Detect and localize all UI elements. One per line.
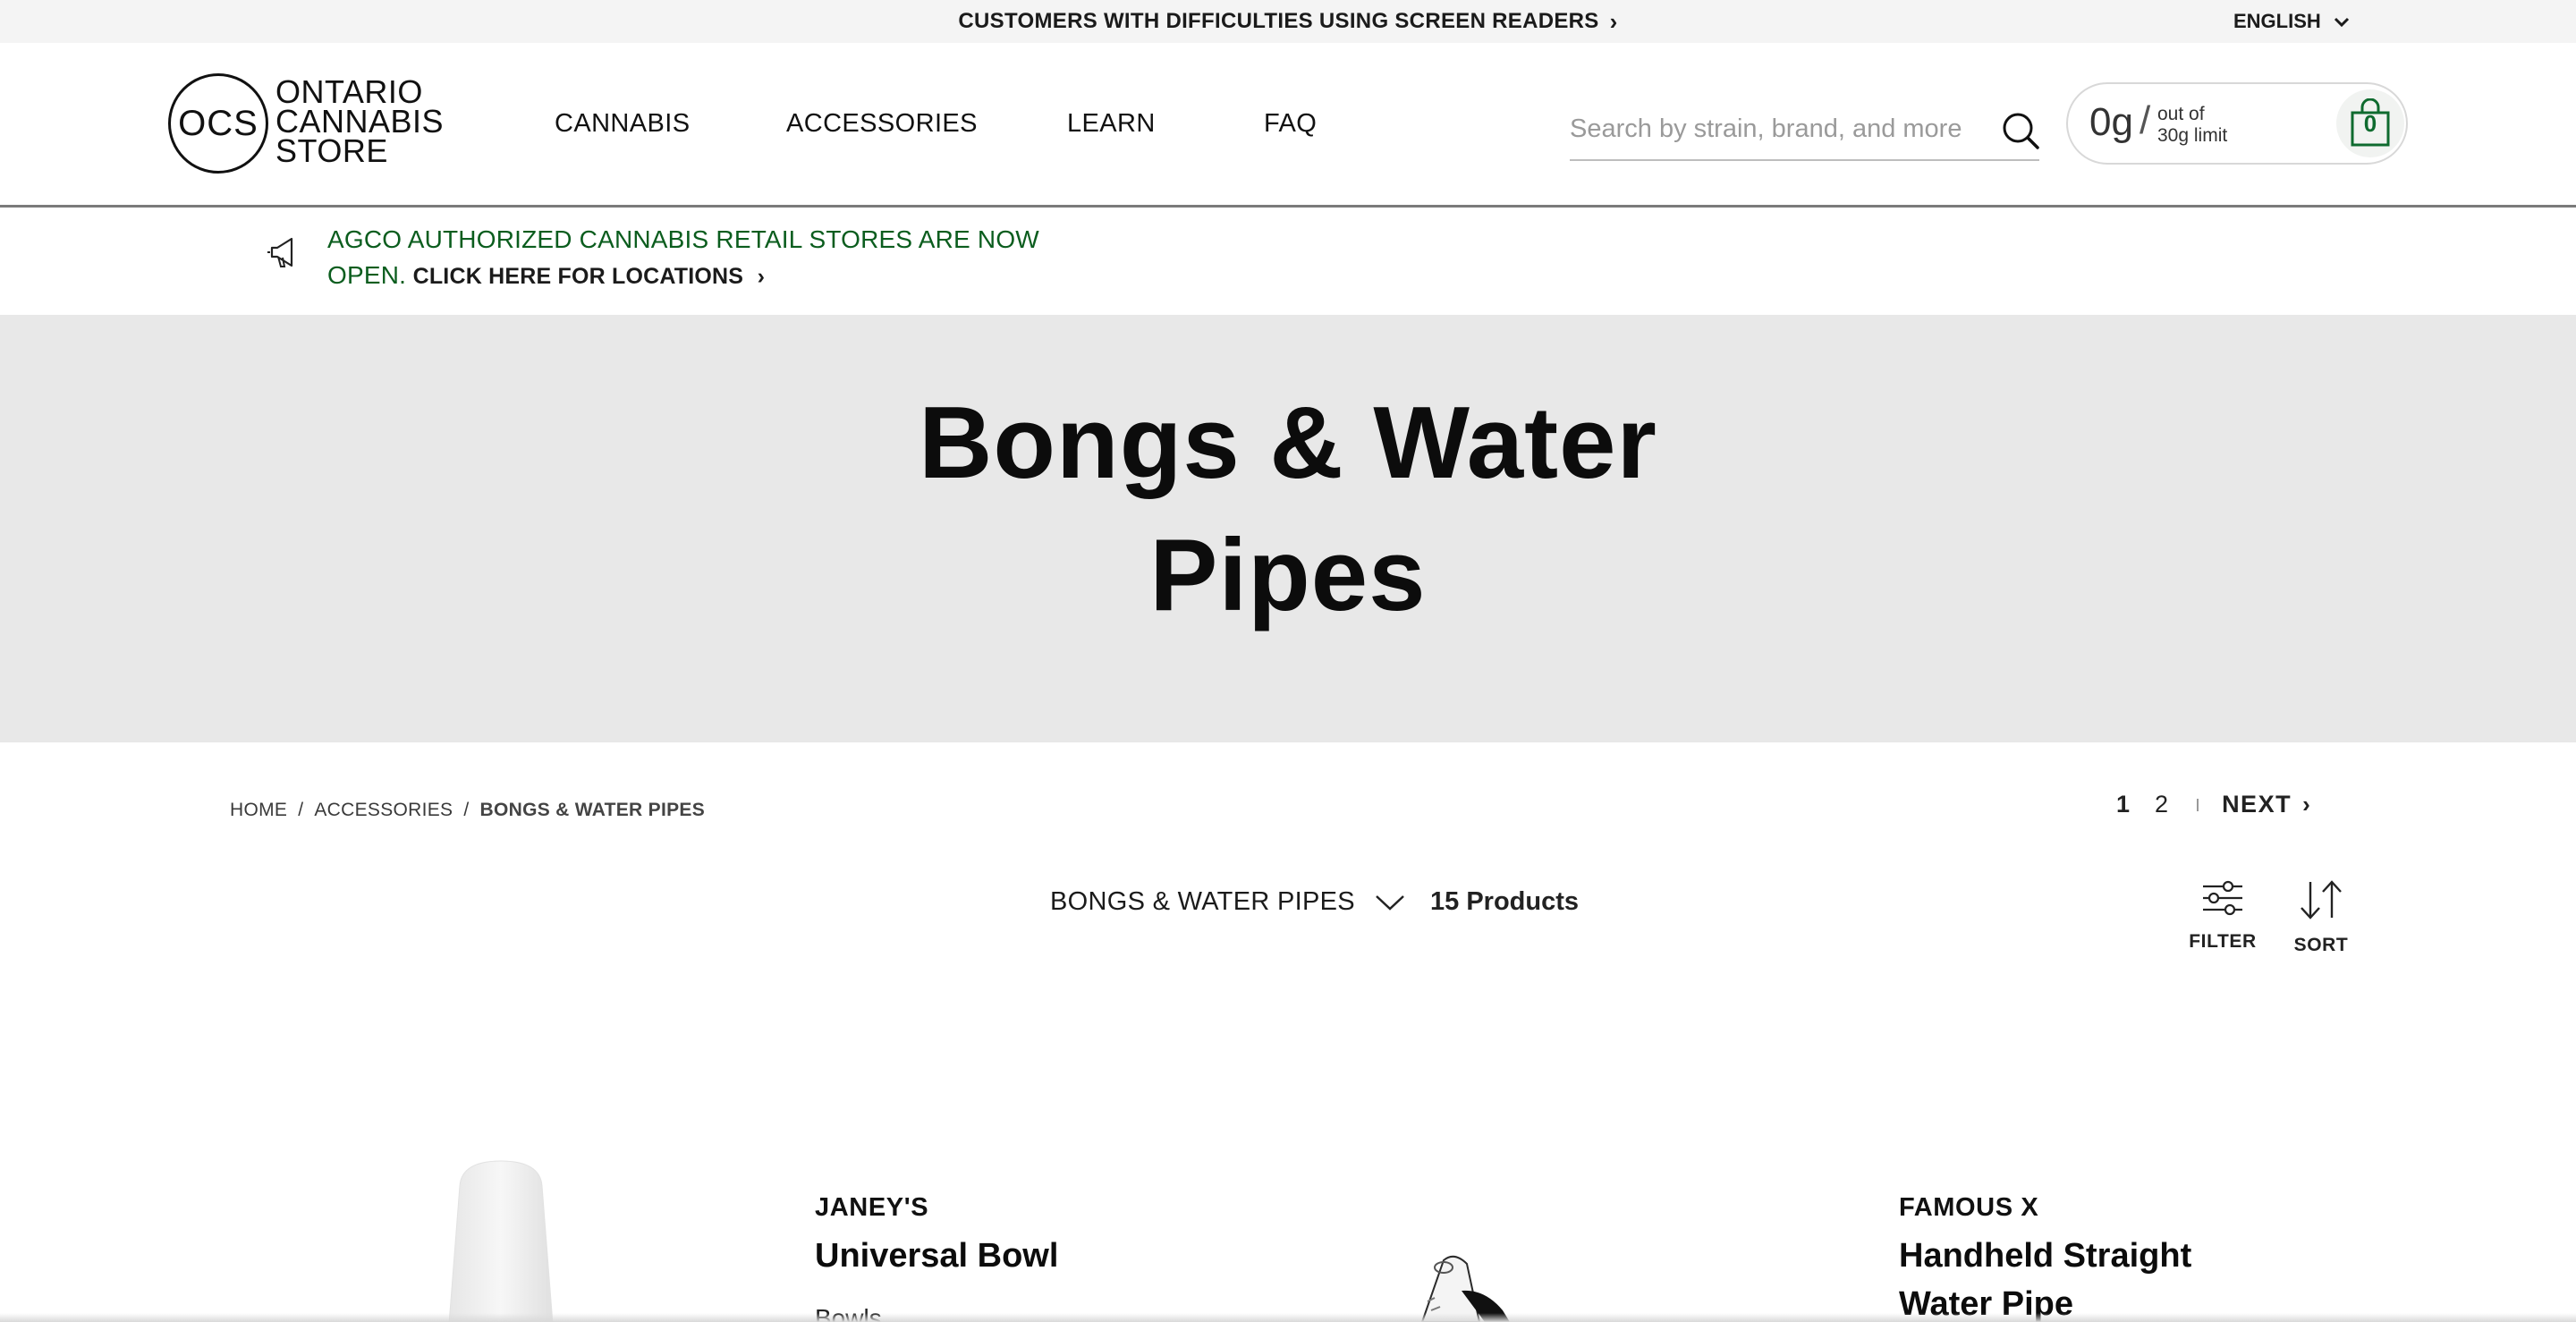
chevron-right-icon: ›: [1609, 7, 1618, 35]
cart-count: 0: [2363, 110, 2377, 137]
pagination-divider: [2197, 798, 2199, 811]
megaphone-icon: [267, 237, 293, 267]
cart-button[interactable]: 0: [2336, 89, 2404, 157]
breadcrumb-current: BONGS & WATER PIPES: [479, 800, 706, 820]
nav-faq[interactable]: FAQ: [1264, 43, 1317, 204]
breadcrumb: HOME / ACCESSORIES / BONGS & WATER PIPES: [230, 800, 705, 821]
breadcrumb-separator: /: [463, 800, 470, 820]
search-bar: [1570, 100, 2039, 161]
product-name[interactable]: Handheld Straight Water Pipe: [1899, 1232, 2191, 1322]
page-2-link[interactable]: 2: [2155, 791, 2168, 818]
sort-button[interactable]: SORT: [2281, 880, 2361, 956]
cart-limit-line: 30g limit: [2157, 125, 2228, 146]
breadcrumb-separator: /: [298, 800, 304, 820]
scroll-edge-shadow: [0, 1313, 2576, 1322]
product-image-handheld-straight-water-pipe[interactable]: [1404, 1248, 1583, 1322]
chevron-down-icon: [2334, 10, 2350, 33]
breadcrumb-accessories[interactable]: ACCESSORIES: [314, 800, 453, 821]
sliders-icon: [2203, 880, 2242, 916]
page-title-line: Bongs & Water: [919, 386, 1657, 500]
logo-wordmark: ONTARIO CANNABIS STORE: [275, 76, 444, 169]
site-header: OCS ONTARIO CANNABIS STORE CANNABIS ACCE…: [0, 43, 2576, 208]
cart-limit-text: out of 30g limit: [2157, 104, 2227, 147]
accessibility-bar: CUSTOMERS WITH DIFFICULTIES USING SCREEN…: [0, 0, 2576, 43]
next-page-link[interactable]: NEXT: [2222, 791, 2292, 818]
breadcrumb-home[interactable]: HOME: [230, 800, 287, 821]
product-brand: FAMOUS X: [1899, 1193, 2039, 1222]
search-input[interactable]: [1570, 100, 1981, 157]
pagination: 1 2 NEXT ›: [2116, 791, 2310, 818]
product-count: 15 Products: [1430, 887, 1579, 916]
locations-link-label: CLICK HERE FOR LOCATIONS: [412, 264, 744, 289]
ocs-logo[interactable]: OCS ONTARIO CANNABIS STORE: [168, 73, 445, 174]
category-dropdown[interactable]: BONGS & WATER PIPES: [1050, 887, 1405, 917]
page-title-line: Pipes: [1149, 519, 1427, 632]
chevron-down-icon: [1376, 894, 1404, 911]
announcement-link[interactable]: OPEN. CLICK HERE FOR LOCATIONS ›: [327, 261, 765, 290]
announcement-banner: AGCO AUTHORIZED CANNABIS RETAIL STORES A…: [0, 208, 2576, 315]
cart-grams: 0g: [2089, 100, 2133, 144]
logo-mark: OCS: [168, 73, 268, 174]
nav-accessories[interactable]: ACCESSORIES: [786, 43, 978, 204]
cart-slash: /: [2140, 98, 2151, 142]
product-brand: JANEY'S: [815, 1193, 929, 1222]
language-label: ENGLISH: [2233, 10, 2321, 32]
page-1-link[interactable]: 1: [2116, 791, 2130, 818]
announcement-text-end: OPEN.: [327, 261, 407, 289]
sort-label: SORT: [2293, 935, 2349, 955]
product-name[interactable]: Universal Bowl: [815, 1232, 1058, 1280]
nav-learn[interactable]: LEARN: [1067, 43, 1156, 204]
cart-limit-line: out of: [2157, 104, 2205, 124]
nav-cannabis[interactable]: CANNABIS: [555, 43, 690, 204]
product-name-line: Handheld Straight: [1899, 1237, 2192, 1275]
logo-word: STORE: [275, 132, 388, 169]
search-icon[interactable]: [2001, 111, 2040, 150]
page-title: Bongs & Water Pipes: [0, 377, 2576, 642]
cart-limit-widget[interactable]: 0g / out of 30g limit 0: [2066, 82, 2408, 165]
filter-label: FILTER: [2189, 931, 2257, 952]
announcement-text: AGCO AUTHORIZED CANNABIS RETAIL STORES A…: [327, 225, 1039, 253]
screen-reader-help-label: CUSTOMERS WITH DIFFICULTIES USING SCREEN…: [958, 9, 1599, 33]
screen-reader-help-link[interactable]: CUSTOMERS WITH DIFFICULTIES USING SCREEN…: [0, 0, 2576, 43]
filter-button[interactable]: FILTER: [2182, 880, 2263, 953]
language-selector[interactable]: ENGLISH: [2233, 0, 2350, 43]
category-dropdown-label: BONGS & WATER PIPES: [1050, 887, 1355, 916]
category-hero: Bongs & Water Pipes: [0, 315, 2576, 742]
chevron-right-icon: ›: [2302, 791, 2310, 818]
product-image-universal-bowl[interactable]: [429, 1154, 572, 1322]
sort-arrows-icon: [2301, 880, 2342, 919]
chevron-right-icon: ›: [757, 264, 766, 289]
